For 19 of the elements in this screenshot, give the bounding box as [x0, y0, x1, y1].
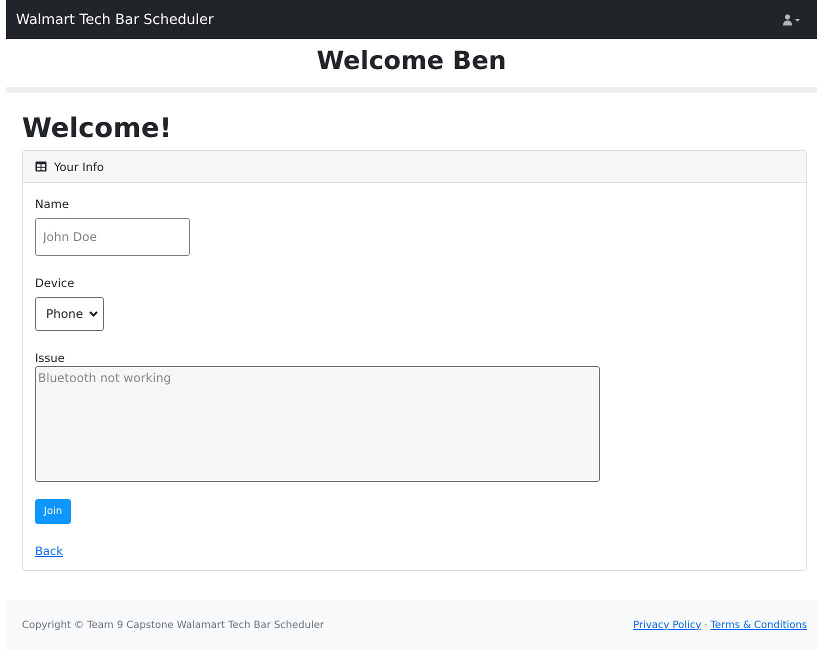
issue-field[interactable]: Bluetooth not working: [35, 366, 600, 482]
footer-link[interactable]: Terms & Conditions: [710, 620, 807, 630]
table-icon: [35, 161, 47, 172]
device-select[interactable]: Phone: [35, 297, 104, 331]
field-label: Issue: [35, 351, 65, 365]
chevron-down-icon: [89, 311, 98, 317]
user-icon: [783, 14, 801, 26]
banner-title: Welcome Ben: [316, 45, 508, 77]
join-button[interactable]: Join: [35, 499, 71, 524]
back-link[interactable]: Back: [35, 544, 63, 558]
brand-link[interactable]: Walmart Tech Bar Scheduler: [16, 12, 214, 28]
copyright-text: Copyright © Team 9 Capstone Walamart Tech Bar Scheduler: [22, 620, 324, 630]
field-label: Device: [35, 276, 74, 290]
user-menu-button[interactable]: [781, 12, 803, 28]
footer-link[interactable]: Privacy Policy: [633, 620, 702, 630]
card-title: Your Info: [54, 160, 104, 174]
separator: ·: [704, 620, 708, 630]
field-label: Name: [35, 197, 69, 211]
page-heading: Welcome!: [22, 113, 173, 144]
